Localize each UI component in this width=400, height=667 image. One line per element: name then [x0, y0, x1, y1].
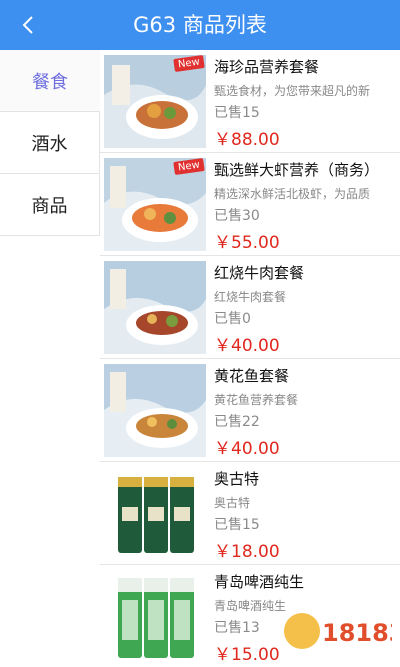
- product-image: [104, 364, 206, 457]
- product-list: New 海珍品营养套餐 甄选食材，为您带来超凡的新 已售15 ￥88.00 Ne…: [100, 50, 400, 667]
- product-price: ￥18.00: [214, 542, 280, 562]
- product-image: New: [104, 55, 206, 148]
- product-name: 海珍品营养套餐: [214, 58, 320, 76]
- page-title: G63 商品列表: [133, 13, 267, 37]
- product-item[interactable]: 红烧牛肉套餐 红烧牛肉套餐 已售0 ￥40.00: [100, 256, 400, 359]
- product-item[interactable]: 黄花鱼套餐 黄花鱼营养套餐 已售22 ￥40.00: [100, 359, 400, 462]
- sold-count: 已售15: [214, 517, 260, 533]
- product-image: [104, 467, 206, 560]
- sold-count: 已售0: [214, 311, 251, 327]
- category-item-drinks[interactable]: 酒水: [0, 112, 100, 174]
- product-desc: 黄花鱼营养套餐: [214, 393, 299, 407]
- svg-text:18183: 18183: [322, 619, 392, 647]
- sold-count: 已售22: [214, 414, 260, 430]
- sold-count: 已售15: [214, 105, 260, 121]
- product-desc: 甄选食材，为您带来超凡的新: [214, 84, 371, 98]
- product-desc: 红烧牛肉套餐: [214, 290, 287, 304]
- product-image: New: [104, 158, 206, 251]
- watermark-logo: 18183: [284, 613, 392, 649]
- product-name: 甄选鲜大虾营养（商务）: [214, 161, 380, 179]
- sold-count: 已售30: [214, 208, 260, 224]
- product-price: ￥40.00: [214, 336, 280, 356]
- product-desc: 奥古特: [214, 496, 251, 510]
- product-price: ￥55.00: [214, 233, 280, 253]
- product-name: 奥古特: [214, 470, 260, 488]
- product-image: [104, 261, 206, 354]
- product-name: 黄花鱼套餐: [214, 367, 290, 385]
- product-item[interactable]: New 海珍品营养套餐 甄选食材，为您带来超凡的新 已售15 ￥88.00: [100, 50, 400, 153]
- product-name: 青岛啤酒纯生: [214, 573, 305, 591]
- product-item[interactable]: 奥古特 奥古特 已售15 ￥18.00: [100, 462, 400, 565]
- product-item[interactable]: New 甄选鲜大虾营养（商务） 精选深水鲜活北极虾，为品质 已售30 ￥55.0…: [100, 153, 400, 256]
- category-item-goods[interactable]: 商品: [0, 174, 100, 236]
- category-sidebar: 餐食 酒水 商品: [0, 50, 100, 667]
- product-name: 红烧牛肉套餐: [214, 264, 305, 282]
- category-item-meals[interactable]: 餐食: [0, 50, 100, 112]
- product-image: [104, 570, 206, 663]
- product-price: ￥40.00: [214, 439, 280, 459]
- product-price: ￥88.00: [214, 130, 280, 150]
- product-desc: 精选深水鲜活北极虾，为品质: [214, 187, 371, 201]
- header-bar: G63 商品列表: [0, 0, 400, 50]
